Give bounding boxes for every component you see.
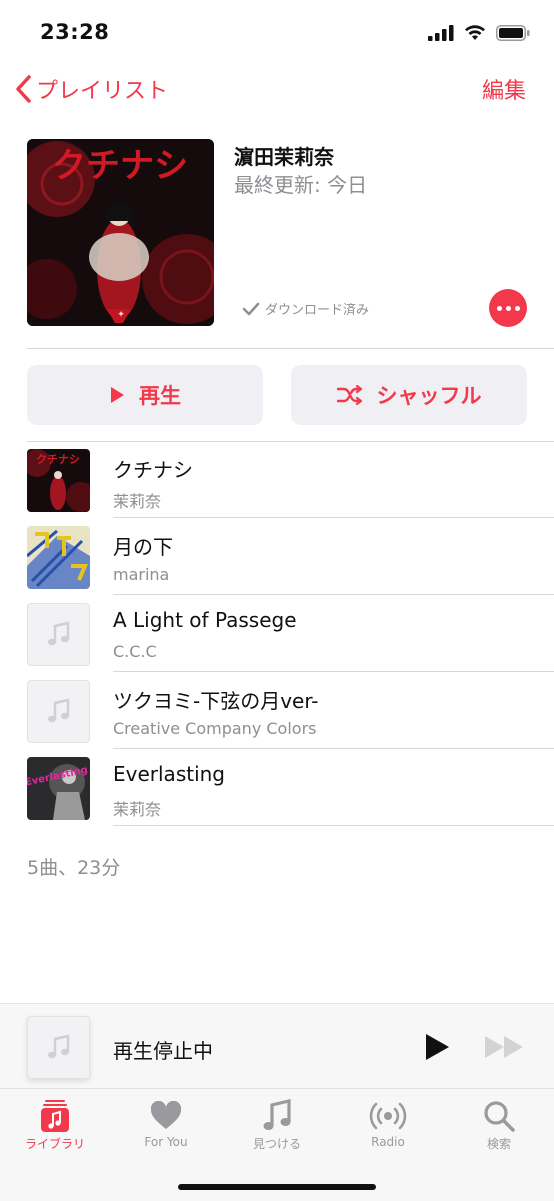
tab-for-you[interactable]: For You	[111, 1097, 221, 1149]
battery-icon	[496, 25, 530, 41]
mini-player[interactable]: 再生停止中	[0, 1003, 554, 1089]
navigation-bar: プレイリスト 編集	[0, 66, 554, 116]
artwork-title: クチナシ	[52, 146, 188, 186]
tab-search[interactable]: 検索	[444, 1097, 554, 1152]
playlist-artwork: クチナシ ✦	[27, 139, 214, 326]
play-button[interactable]: 再生	[27, 365, 263, 425]
header-divider	[27, 348, 554, 349]
status-bar: 23:28	[0, 0, 554, 66]
mini-player-status: 再生停止中	[113, 1039, 213, 1063]
radio-icon	[369, 1102, 407, 1130]
back-button-label: プレイリスト	[36, 79, 169, 104]
shuffle-button-label: シャッフル	[376, 384, 482, 408]
fast-forward-icon[interactable]	[483, 1034, 527, 1060]
track-artwork-placeholder	[27, 680, 90, 743]
shuffle-button[interactable]: シャッフル	[291, 365, 527, 425]
tab-radio[interactable]: Radio	[333, 1097, 443, 1149]
playlist-header: クチナシ ✦ 濵田茉莉奈 最終更新: 今日 ダウンロード済み	[27, 139, 537, 329]
shuffle-icon	[336, 385, 362, 405]
track-artist: marina	[113, 565, 170, 584]
play-icon[interactable]	[423, 1032, 451, 1062]
track-title: ツクヨミ-下弦の月ver-	[113, 689, 319, 713]
track-row[interactable]: A Light of Passege C.C.C	[0, 595, 554, 672]
download-status-label: ダウンロード済み	[265, 303, 370, 318]
track-artist: Creative Company Colors	[113, 719, 317, 738]
play-icon	[111, 387, 124, 403]
tab-label: 見つける	[252, 1137, 301, 1151]
track-artwork	[27, 526, 90, 589]
status-icons	[428, 22, 530, 44]
home-indicator[interactable]	[178, 1184, 376, 1190]
track-title: Everlasting	[113, 762, 226, 786]
chevron-left-icon	[16, 75, 31, 103]
tab-label: For You	[144, 1135, 188, 1149]
tab-library[interactable]: ライブラリ	[0, 1097, 110, 1152]
playlist-title: 濵田茉莉奈	[234, 145, 334, 169]
track-row[interactable]: Everlasting Everlasting 茉莉奈	[0, 749, 554, 826]
music-note-icon	[47, 1033, 69, 1058]
more-options-button[interactable]	[489, 289, 527, 327]
search-icon	[484, 1101, 515, 1132]
track-artist: 茉莉奈	[113, 492, 162, 511]
cellular-signal-icon	[428, 25, 454, 41]
track-row[interactable]: 月の下 marina	[0, 518, 554, 595]
track-artist: 茉莉奈	[113, 800, 162, 819]
track-artist: C.C.C	[113, 642, 157, 661]
download-status: ダウンロード済み	[242, 299, 369, 318]
music-note-icon	[263, 1099, 291, 1130]
library-icon	[41, 1100, 69, 1132]
track-list: クチナシ クチナシ 茉莉奈 月の下 marina A Light of Pass…	[0, 441, 554, 826]
back-button[interactable]: プレイリスト	[14, 73, 168, 105]
svg-text:クチナシ: クチナシ	[36, 453, 80, 466]
tab-browse[interactable]: 見つける	[222, 1097, 332, 1152]
track-title: A Light of Passege	[113, 608, 297, 632]
status-time: 23:28	[40, 20, 110, 44]
heart-icon	[150, 1101, 182, 1129]
track-artwork: クチナシ	[27, 449, 90, 512]
wifi-icon	[465, 25, 485, 40]
tab-label: ライブラリ	[24, 1137, 85, 1151]
track-title: クチナシ	[113, 458, 193, 482]
track-title: 月の下	[113, 535, 173, 559]
music-note-icon	[47, 697, 69, 722]
ellipsis-icon	[496, 305, 502, 311]
tab-label: 検索	[486, 1137, 511, 1151]
track-row[interactable]: クチナシ クチナシ 茉莉奈	[0, 441, 554, 518]
track-artwork-placeholder	[27, 603, 90, 666]
playlist-summary: 5曲、23分	[27, 857, 121, 879]
svg-text:✦: ✦	[117, 310, 125, 320]
track-artwork: Everlasting	[27, 757, 90, 820]
play-button-label: 再生	[139, 384, 181, 408]
music-note-icon	[47, 620, 69, 645]
tab-bar: ライブラリ For You 見つける Radio 検索	[0, 1088, 554, 1201]
mini-player-artwork	[27, 1016, 90, 1079]
track-row[interactable]: ツクヨミ-下弦の月ver- Creative Company Colors	[0, 672, 554, 749]
playlist-updated: 最終更新: 今日	[234, 173, 368, 197]
checkmark-icon	[242, 302, 260, 315]
edit-button[interactable]: 編集	[482, 73, 526, 105]
tab-label: Radio	[371, 1135, 405, 1149]
